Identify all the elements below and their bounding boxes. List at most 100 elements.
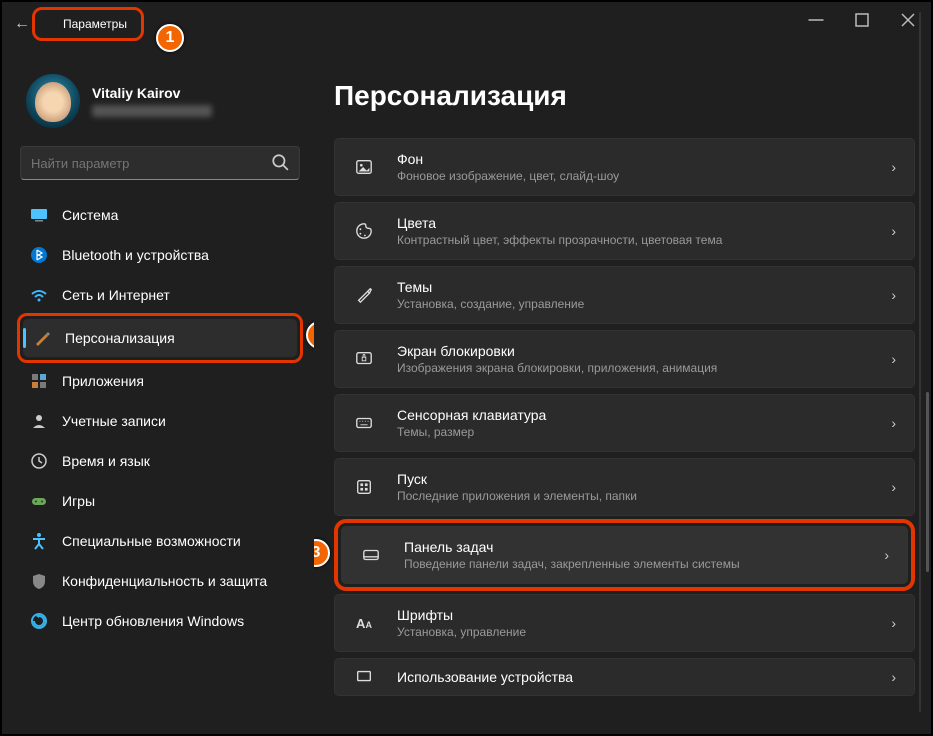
search-icon	[271, 153, 289, 174]
card-subtitle: Последние приложения и элементы, папки	[397, 489, 869, 503]
sidebar-item-label: Игры	[62, 493, 95, 509]
card-subtitle: Фоновое изображение, цвет, слайд-шоу	[397, 169, 869, 183]
device-usage-icon	[353, 668, 375, 686]
sidebar-item-windows-update[interactable]: Центр обновления Windows	[20, 602, 300, 640]
avatar	[26, 74, 80, 128]
sidebar-item-label: Специальные возможности	[62, 533, 241, 549]
card-lockscreen[interactable]: Экран блокировки Изображения экрана блок…	[334, 330, 915, 388]
annotation-marker-3: 3	[314, 539, 330, 567]
main-panel: Персонализация Фон Фоновое изображение, …	[314, 62, 931, 734]
sidebar: Vitaliy Kairov Система Bluetooth и устро…	[2, 62, 314, 734]
sidebar-item-label: Конфиденциальность и защита	[62, 573, 267, 589]
titlebar: ← Параметры 1	[2, 2, 931, 46]
sidebar-item-personalization[interactable]: Персонализация	[23, 319, 297, 357]
chevron-right-icon: ›	[891, 223, 896, 239]
card-touch-keyboard[interactable]: Сенсорная клавиатура Темы, размер ›	[334, 394, 915, 452]
sidebar-item-privacy[interactable]: Конфиденциальность и защита	[20, 562, 300, 600]
minimize-button[interactable]	[793, 2, 839, 38]
card-title: Панель задач	[404, 539, 862, 555]
system-icon	[30, 206, 48, 224]
profile-name: Vitaliy Kairov	[92, 85, 212, 101]
sidebar-item-label: Время и язык	[62, 453, 150, 469]
sidebar-item-label: Приложения	[62, 373, 144, 389]
card-title: Сенсорная клавиатура	[397, 407, 869, 423]
accounts-icon	[30, 412, 48, 430]
fonts-icon: AA	[353, 616, 375, 631]
profile-email-blurred	[92, 105, 212, 117]
search-input[interactable]	[31, 156, 271, 171]
card-highlight-taskbar: 3 Панель задач Поведение панели задач, з…	[334, 519, 915, 591]
annotation-marker-2: 2	[306, 321, 314, 349]
card-subtitle: Установка, управление	[397, 625, 869, 639]
sidebar-item-bluetooth[interactable]: Bluetooth и устройства	[20, 236, 300, 274]
chevron-right-icon: ›	[891, 351, 896, 367]
card-title: Использование устройства	[397, 669, 869, 685]
page-title: Персонализация	[334, 80, 915, 112]
palette-icon	[353, 222, 375, 240]
keyboard-icon	[353, 414, 375, 432]
wifi-icon	[30, 286, 48, 304]
chevron-right-icon: ›	[891, 287, 896, 303]
search-box[interactable]	[20, 146, 300, 180]
card-device-usage[interactable]: Использование устройства ›	[334, 658, 915, 696]
brush-icon	[353, 286, 375, 304]
annotation-marker-1: 1	[156, 24, 184, 52]
chevron-right-icon: ›	[891, 479, 896, 495]
maximize-button[interactable]	[839, 2, 885, 38]
paint-icon	[33, 329, 51, 347]
gamepad-icon	[30, 492, 48, 510]
card-subtitle: Темы, размер	[397, 425, 869, 439]
card-title: Цвета	[397, 215, 869, 231]
image-icon	[353, 158, 375, 176]
card-subtitle: Контрастный цвет, эффекты прозрачности, …	[397, 233, 869, 247]
nav-list: Система Bluetooth и устройства Сеть и Ин…	[20, 196, 300, 640]
apps-icon	[30, 372, 48, 390]
title-highlight: Параметры	[32, 7, 144, 41]
sidebar-item-system[interactable]: Система	[20, 196, 300, 234]
chevron-right-icon: ›	[891, 159, 896, 175]
chevron-right-icon: ›	[884, 547, 889, 563]
sidebar-item-label: Центр обновления Windows	[62, 613, 244, 629]
chevron-right-icon: ›	[891, 415, 896, 431]
start-icon	[353, 478, 375, 496]
card-colors[interactable]: Цвета Контрастный цвет, эффекты прозрачн…	[334, 202, 915, 260]
taskbar-icon	[360, 546, 382, 564]
card-title: Экран блокировки	[397, 343, 869, 359]
sidebar-item-label: Сеть и Интернет	[62, 287, 170, 303]
chevron-right-icon: ›	[891, 669, 896, 685]
card-list: Фон Фоновое изображение, цвет, слайд-шоу…	[334, 138, 915, 696]
sidebar-item-accessibility[interactable]: Специальные возможности	[20, 522, 300, 560]
card-title: Пуск	[397, 471, 869, 487]
profile-block[interactable]: Vitaliy Kairov	[20, 62, 300, 142]
sidebar-item-label: Система	[62, 207, 118, 223]
chevron-right-icon: ›	[891, 615, 896, 631]
card-title: Шрифты	[397, 607, 869, 623]
window-title: Параметры	[63, 17, 127, 31]
sidebar-item-label: Персонализация	[65, 330, 175, 346]
shield-icon	[30, 572, 48, 590]
card-title: Темы	[397, 279, 869, 295]
sidebar-item-network[interactable]: Сеть и Интернет	[20, 276, 300, 314]
main-scrollbar[interactable]	[926, 392, 929, 572]
accessibility-icon	[30, 532, 48, 550]
window: ← Параметры 1 Vitaliy Kairov	[0, 0, 933, 736]
card-themes[interactable]: Темы Установка, создание, управление ›	[334, 266, 915, 324]
sidebar-item-label: Учетные записи	[62, 413, 166, 429]
card-title: Фон	[397, 151, 869, 167]
card-subtitle: Поведение панели задач, закрепленные эле…	[404, 557, 862, 571]
clock-icon	[30, 452, 48, 470]
sidebar-item-accounts[interactable]: Учетные записи	[20, 402, 300, 440]
card-background[interactable]: Фон Фоновое изображение, цвет, слайд-шоу…	[334, 138, 915, 196]
card-fonts[interactable]: AA Шрифты Установка, управление ›	[334, 594, 915, 652]
card-subtitle: Установка, создание, управление	[397, 297, 869, 311]
sidebar-item-apps[interactable]: Приложения	[20, 362, 300, 400]
sidebar-item-time-language[interactable]: Время и язык	[20, 442, 300, 480]
back-icon[interactable]: ←	[12, 15, 32, 33]
card-taskbar[interactable]: Панель задач Поведение панели задач, зак…	[341, 526, 908, 584]
card-start[interactable]: Пуск Последние приложения и элементы, па…	[334, 458, 915, 516]
sidebar-item-gaming[interactable]: Игры	[20, 482, 300, 520]
window-controls	[793, 2, 931, 38]
close-button[interactable]	[885, 2, 931, 38]
sidebar-highlight-personalization: Персонализация 2	[17, 313, 303, 363]
lockscreen-icon	[353, 350, 375, 368]
